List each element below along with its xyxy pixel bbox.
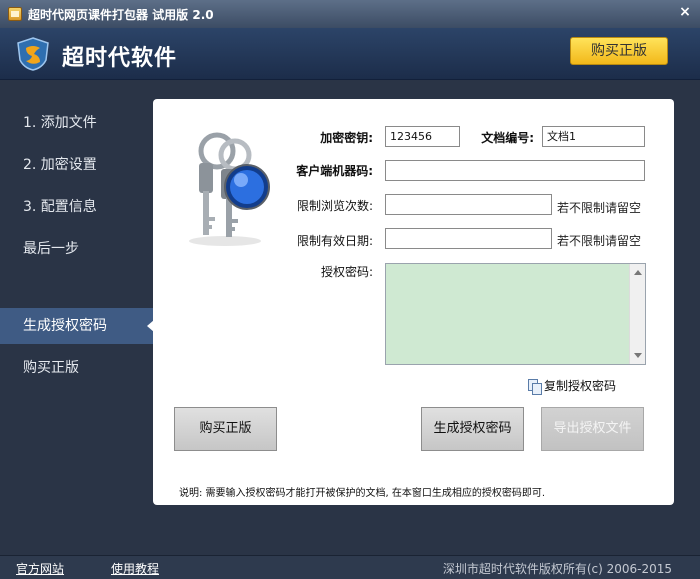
sidebar-item-buy[interactable]: 购买正版: [0, 350, 153, 386]
close-button[interactable]: ×: [676, 5, 694, 21]
browse-limit-input[interactable]: [385, 194, 552, 215]
auth-code-textarea[interactable]: [385, 263, 646, 365]
date-limit-label: 限制有效日期:: [296, 234, 373, 248]
machine-code-input[interactable]: [385, 160, 645, 181]
sidebar: 1. 添加文件 2. 加密设置 3. 配置信息 最后一步 生成授权密码 购买正版: [0, 81, 154, 531]
buy-full-version-top-button[interactable]: 购买正版: [570, 37, 668, 65]
browse-limit-hint: 若不限制请留空: [557, 201, 642, 215]
buy-full-version-button[interactable]: 购买正版: [174, 407, 277, 451]
scroll-up-icon[interactable]: [634, 270, 642, 275]
sidebar-item-last-step[interactable]: 最后一步: [0, 231, 153, 267]
main-panel: 加密密钥: 123456 文档编号: 文档1 客户端机器码: 限制浏览次数: 若…: [153, 99, 674, 505]
copyright-text: 深圳市超时代软件版权所有(c) 2006-2015: [442, 562, 672, 576]
sidebar-item-generate-auth[interactable]: 生成授权密码: [0, 308, 154, 344]
sidebar-item-add-files[interactable]: 1. 添加文件: [0, 105, 153, 141]
tutorial-link[interactable]: 使用教程: [111, 560, 159, 577]
sidebar-item-config-info[interactable]: 3. 配置信息: [0, 189, 153, 225]
generate-auth-code-button[interactable]: 生成授权密码: [421, 407, 524, 451]
doc-number-label: 文档编号:: [481, 131, 534, 145]
window-title: 超时代网页课件打包器 试用版 2.0: [28, 7, 214, 22]
header-banner: 超时代软件 购买正版: [0, 28, 700, 80]
browse-limit-label: 限制浏览次数:: [296, 199, 373, 213]
date-limit-input[interactable]: [385, 228, 552, 249]
auth-code-label: 授权密码:: [320, 265, 373, 279]
scroll-down-icon[interactable]: [634, 353, 642, 358]
footer: 官方网站 使用教程 深圳市超时代软件版权所有(c) 2006-2015: [0, 555, 700, 579]
date-limit-hint: 若不限制请留空: [557, 234, 642, 248]
encrypt-key-input[interactable]: 123456: [385, 126, 460, 147]
copy-auth-code-label: 复制授权密码: [544, 379, 617, 393]
shield-logo-icon: [17, 37, 49, 71]
machine-code-label: 客户端机器码:: [296, 164, 373, 178]
copy-auth-code-link[interactable]: 复制授权密码: [527, 377, 617, 395]
instruction-note: 说明: 需要输入授权密码才能打开被保护的文档, 在本窗口生成相应的授权密码即可.: [179, 488, 546, 499]
keys-icon: [189, 132, 270, 246]
sidebar-item-encrypt-settings[interactable]: 2. 加密设置: [0, 147, 153, 183]
copy-icon: [527, 378, 542, 395]
doc-number-input[interactable]: 文档1: [542, 126, 645, 147]
title-bar: 超时代网页课件打包器 试用版 2.0 ×: [0, 0, 700, 28]
brand-name: 超时代软件: [62, 46, 178, 71]
encrypt-key-label: 加密密钥:: [320, 131, 373, 145]
official-site-link[interactable]: 官方网站: [16, 560, 64, 577]
app-icon: [8, 7, 22, 21]
auth-code-scrollbar[interactable]: [629, 264, 645, 364]
export-auth-file-button: 导出授权文件: [541, 407, 644, 451]
